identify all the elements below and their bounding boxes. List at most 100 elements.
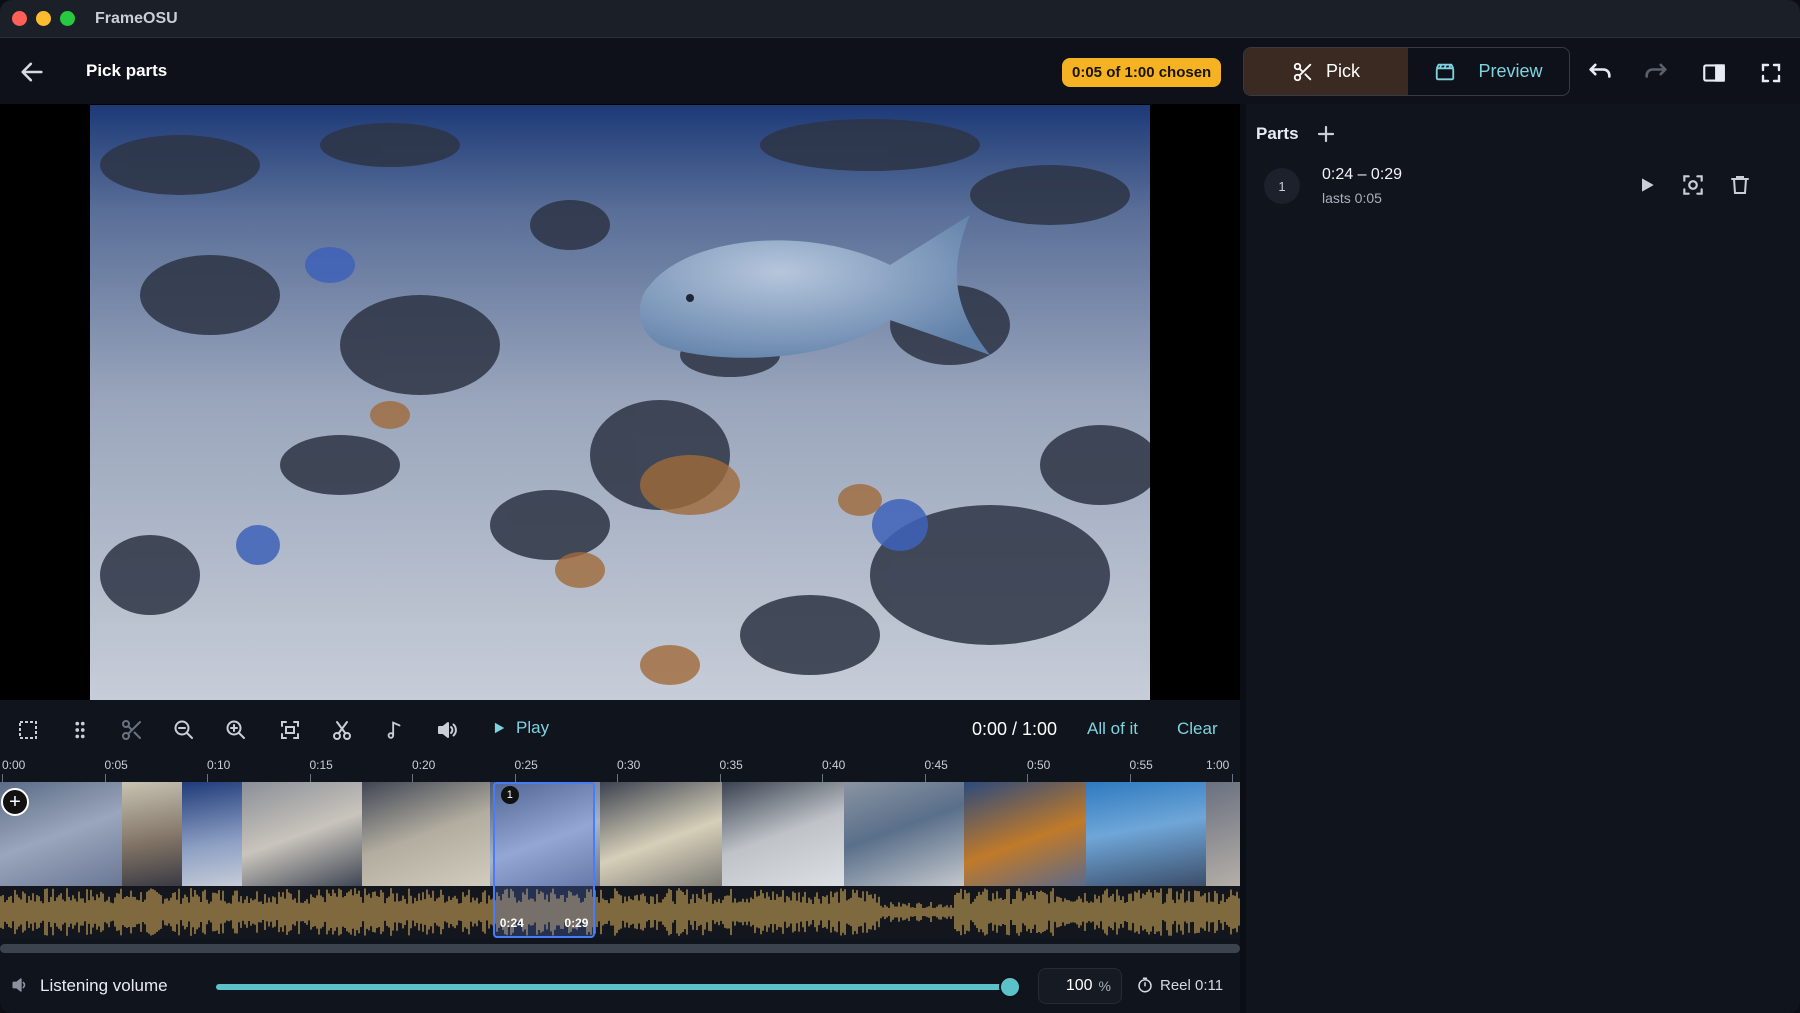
mode-switch: Pick Preview (1243, 47, 1570, 96)
scrollbar-thumb[interactable] (0, 944, 1240, 953)
video-frame (90, 105, 1150, 700)
grip-icon (75, 721, 85, 739)
zoom-in-button[interactable] (222, 716, 250, 744)
ruler-tick-label: 0:15 (309, 758, 333, 772)
reel-duration: Reel 0:11 (1136, 976, 1223, 994)
ruler-tick (514, 774, 516, 782)
zoom-in-icon (226, 720, 245, 739)
fit-to-view-button[interactable] (276, 716, 304, 744)
thumbnail (362, 782, 490, 886)
selection-number: 1 (500, 786, 519, 804)
delete-part-button[interactable] (1725, 170, 1755, 200)
play-icon (1642, 178, 1654, 192)
thumbnail (1086, 782, 1206, 886)
speaker-icon (438, 722, 457, 738)
volume-slider-knob[interactable] (999, 976, 1021, 998)
volume-slider-fill (216, 984, 1010, 990)
fullscreen-button[interactable] (1756, 58, 1786, 88)
part-number: 1 (1264, 168, 1300, 204)
volume-input[interactable]: 100 % (1038, 968, 1122, 1004)
play-part-button[interactable] (1632, 170, 1662, 200)
maximize-window-button[interactable] (60, 11, 75, 26)
ruler-tick (1027, 774, 1028, 782)
back-button[interactable] (18, 58, 46, 86)
waveform-graphic (0, 888, 1240, 936)
ruler-tick (207, 774, 208, 782)
select-tool-button[interactable] (14, 716, 42, 744)
split-button[interactable] (328, 716, 356, 744)
plus-icon (1317, 125, 1335, 143)
ruler-tick (1232, 774, 1233, 782)
music-note-icon (387, 721, 401, 739)
clear-button[interactable]: Clear (1177, 719, 1218, 739)
sidebar-icon (1703, 64, 1725, 82)
ruler-tick-label: 0:50 (1027, 758, 1051, 772)
drag-handle-button[interactable] (66, 716, 94, 744)
add-part-button[interactable] (1314, 122, 1338, 146)
music-button[interactable] (381, 716, 409, 744)
selected-part-region[interactable]: 1 0:24 0:29 (492, 782, 596, 938)
minimize-window-button[interactable] (36, 11, 51, 26)
thumbnail (964, 782, 1086, 886)
ruler-tick-label: 0:00 (2, 758, 26, 772)
ruler-tick-label: 0:10 (207, 758, 231, 772)
expand-icon (1761, 63, 1781, 83)
time-readout: 0:00 / 1:00 (972, 719, 1058, 739)
video-player[interactable] (0, 104, 1240, 700)
audio-waveform[interactable] (0, 886, 1240, 938)
fit-icon (281, 721, 299, 739)
timeline-scrollbar[interactable] (0, 944, 1240, 953)
focus-part-button[interactable] (1678, 170, 1708, 200)
cut-tool-button[interactable] (118, 716, 146, 744)
app-window: FrameOSU Pick parts 0:05 of 1:00 chosen … (0, 0, 1800, 1013)
ruler-tick-label: 1:00 (1206, 758, 1230, 772)
pick-mode-button[interactable]: Pick (1244, 48, 1408, 95)
ruler-tick-label: 0:25 (514, 758, 538, 772)
close-window-button[interactable] (12, 11, 27, 26)
ruler-tick-label: 0:35 (719, 758, 743, 772)
app-title: FrameOSU (95, 9, 178, 27)
preview-mode-button[interactable]: Preview (1408, 48, 1569, 95)
redo-button[interactable] (1641, 58, 1671, 88)
select-all-button[interactable]: All of it (1087, 719, 1138, 739)
bottom-bar: Listening volume 100 % Reel 0:11 (0, 956, 1240, 1013)
ruler-tick-label: 0:30 (617, 758, 641, 772)
zoom-out-button[interactable] (170, 716, 198, 744)
zoom-out-icon (174, 720, 193, 739)
filmstrip[interactable] (0, 782, 1240, 886)
undo-icon (1589, 63, 1611, 78)
reel-label: Reel 0:11 (1160, 976, 1224, 994)
selection-start-label: 0:24 (499, 916, 524, 930)
ruler-tick (924, 774, 926, 782)
ruler-tick (412, 774, 413, 782)
ruler-tick-label: 0:20 (412, 758, 436, 772)
chosen-duration-badge: 0:05 of 1:00 chosen (1062, 58, 1222, 87)
thumbnail (844, 782, 964, 886)
thumbnail (182, 782, 242, 886)
play-button[interactable]: Play (492, 718, 549, 738)
ruler-tick (719, 774, 721, 782)
volume-unit: % (1098, 978, 1111, 994)
volume-button[interactable] (433, 716, 461, 744)
thumbnail (600, 782, 722, 886)
timeline-ruler[interactable]: 0:00 0:05 0:10 0:15 0:20 0:25 0:30 0:35 0:40 0:45… (0, 758, 1240, 782)
toggle-sidebar-button[interactable] (1699, 58, 1729, 88)
speaker-icon (12, 978, 26, 992)
focus-frame-icon (1683, 175, 1703, 195)
scissors-icon (122, 720, 141, 740)
arrow-left-icon (21, 62, 43, 82)
thumbnail (1206, 782, 1240, 886)
thumbnail (122, 782, 182, 886)
add-clip-button[interactable]: + (1, 788, 29, 816)
ruler-tick (617, 774, 618, 782)
volume-slider[interactable] (216, 976, 1021, 998)
volume-icon-button[interactable] (10, 975, 32, 997)
play-label: Play (516, 718, 550, 737)
part-item[interactable]: 1 0:24 – 0:29 lasts 0:05 (1264, 156, 1764, 216)
ruler-tick (1129, 774, 1131, 782)
part-length: lasts 0:05 (1322, 190, 1382, 206)
selection-end-label: 0:29 (564, 916, 589, 930)
page-title: Pick parts (86, 61, 168, 80)
undo-button[interactable] (1585, 58, 1615, 88)
ruler-tick-label: 0:45 (924, 758, 948, 772)
